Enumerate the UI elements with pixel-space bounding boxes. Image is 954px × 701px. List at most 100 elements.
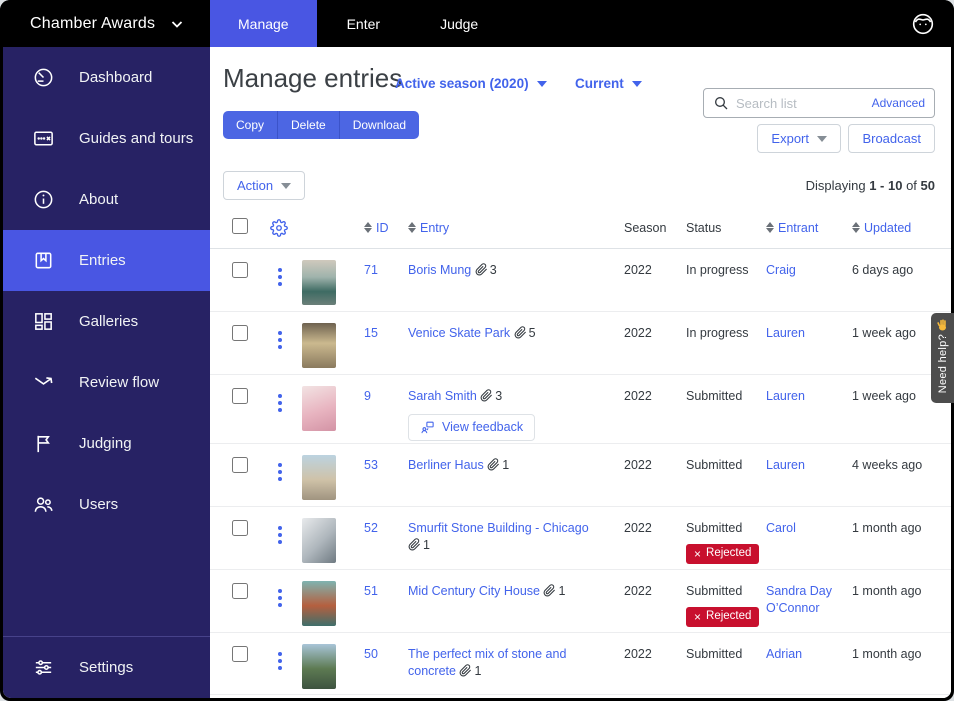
need-help-tab[interactable]: Need help? — [931, 313, 954, 403]
row-checkbox[interactable] — [232, 262, 248, 278]
grid-icon — [31, 310, 55, 334]
entry-title-link[interactable]: Sarah Smith — [408, 389, 477, 403]
download-button[interactable]: Download — [340, 111, 419, 139]
table-row: 51 Mid Century City House 1 2022 Submitt… — [210, 570, 951, 633]
entry-title-link[interactable]: Berliner Haus — [408, 458, 484, 472]
row-menu-kebab-icon[interactable] — [278, 652, 302, 670]
row-menu-kebab-icon[interactable] — [278, 589, 302, 607]
row-checkbox[interactable] — [232, 583, 248, 599]
need-help-label: Need help? — [936, 334, 949, 394]
entry-id-link[interactable]: 52 — [364, 521, 378, 535]
entrant-link[interactable]: Lauren — [766, 389, 805, 403]
dashboard-icon — [31, 66, 55, 90]
sidebar-item-judging[interactable]: Judging — [3, 413, 210, 474]
entry-id-link[interactable]: 15 — [364, 326, 378, 340]
table-row: 50 The perfect mix of stone and concrete… — [210, 633, 951, 695]
row-menu-kebab-icon[interactable] — [278, 268, 302, 286]
table-row: 9 Sarah Smith 3 View feedback 2022 Submi… — [210, 375, 951, 444]
row-menu-kebab-icon[interactable] — [278, 526, 302, 544]
entry-title-link[interactable]: Mid Century City House — [408, 584, 540, 598]
account-avatar-icon[interactable] — [908, 9, 938, 39]
entrant-link[interactable]: Sandra Day O’Connor — [766, 584, 832, 615]
attachment-count: 3 — [475, 263, 497, 277]
entrant-link[interactable]: Lauren — [766, 458, 805, 472]
x-icon: × — [694, 609, 702, 624]
season-cell: 2022 — [624, 458, 652, 472]
sliders-icon — [31, 656, 55, 680]
sort-header-entry[interactable]: Entry — [408, 221, 624, 235]
entrant-link[interactable]: Lauren — [766, 326, 805, 340]
info-icon — [31, 188, 55, 212]
delete-button[interactable]: Delete — [278, 111, 340, 139]
sort-header-id[interactable]: ID — [364, 221, 408, 235]
row-checkbox[interactable] — [232, 520, 248, 536]
sidebar-item-galleries[interactable]: Galleries — [3, 291, 210, 352]
entry-title-link[interactable]: The perfect mix of stone and concrete — [408, 647, 566, 678]
paperclip-icon — [487, 458, 500, 471]
view-feedback-button[interactable]: View feedback — [408, 413, 536, 441]
tab-manage[interactable]: Manage — [210, 0, 317, 47]
row-checkbox[interactable] — [232, 646, 248, 662]
row-menu-kebab-icon[interactable] — [278, 331, 302, 349]
tab-enter[interactable]: Enter — [317, 0, 410, 47]
main-content: Manage entries Active season (2020) Curr… — [210, 47, 951, 698]
sidebar-item-about[interactable]: About — [3, 169, 210, 230]
sidebar-item-dashboard[interactable]: Dashboard — [3, 47, 210, 108]
row-checkbox[interactable] — [232, 388, 248, 404]
entry-thumbnail[interactable] — [302, 386, 336, 431]
current-filter-dropdown[interactable]: Current — [575, 76, 642, 91]
action-dropdown[interactable]: Action — [223, 171, 306, 200]
row-checkbox[interactable] — [232, 325, 248, 341]
sort-icon — [766, 222, 774, 233]
entry-thumbnail[interactable] — [302, 644, 336, 689]
broadcast-button[interactable]: Broadcast — [848, 124, 935, 153]
entry-id-link[interactable]: 50 — [364, 647, 378, 661]
entrant-link[interactable]: Carol — [766, 521, 796, 535]
search-input[interactable] — [736, 95, 865, 111]
table-row: 15 Venice Skate Park 5 2022 In progress … — [210, 312, 951, 375]
entry-thumbnail[interactable] — [302, 518, 336, 563]
entry-thumbnail[interactable] — [302, 455, 336, 500]
entrant-link[interactable]: Adrian — [766, 647, 802, 661]
sidebar-item-guides[interactable]: Guides and tours — [3, 108, 210, 169]
sort-header-updated[interactable]: Updated — [852, 221, 932, 235]
sidebar-item-settings[interactable]: Settings — [3, 637, 210, 698]
entry-title-link[interactable]: Boris Mung — [408, 263, 471, 277]
paperclip-icon — [408, 538, 420, 551]
sidebar-item-entries[interactable]: Entries — [3, 230, 210, 291]
tab-judge[interactable]: Judge — [410, 0, 508, 47]
table-header: ID Entry Season Status Entrant Updated — [210, 207, 951, 249]
column-settings-button[interactable] — [270, 218, 302, 237]
entry-id-link[interactable]: 53 — [364, 458, 378, 472]
season-dropdown[interactable]: Active season (2020) — [395, 76, 547, 91]
header-season: Season — [624, 220, 667, 235]
entry-id-link[interactable]: 51 — [364, 584, 378, 598]
select-all-checkbox[interactable] — [232, 218, 248, 234]
sort-icon — [852, 222, 860, 233]
entry-id-link[interactable]: 9 — [364, 389, 371, 403]
entry-thumbnail[interactable] — [302, 581, 336, 626]
brand-menu[interactable]: Chamber Awards — [0, 0, 210, 47]
status-cell: Submitted — [686, 458, 743, 472]
advanced-search-link[interactable]: Advanced — [872, 96, 925, 110]
entrant-link[interactable]: Craig — [766, 263, 796, 277]
updated-cell: 4 weeks ago — [852, 458, 923, 472]
sidebar-item-label: Galleries — [79, 313, 139, 330]
entry-id-link[interactable]: 71 — [364, 263, 378, 277]
entry-thumbnail[interactable] — [302, 323, 336, 368]
row-menu-kebab-icon[interactable] — [278, 394, 302, 412]
sidebar-item-review-flow[interactable]: Review flow — [3, 352, 210, 413]
export-button[interactable]: Export — [757, 124, 841, 153]
entry-title-link[interactable]: Smurfit Stone Building - Chicago — [408, 521, 589, 535]
entry-thumbnail[interactable] — [302, 260, 336, 305]
row-menu-kebab-icon[interactable] — [278, 463, 302, 481]
rejected-badge: × Rejected — [686, 606, 760, 628]
entry-title-link[interactable]: Venice Skate Park — [408, 326, 510, 340]
copy-button[interactable]: Copy — [223, 111, 279, 139]
row-checkbox[interactable] — [232, 457, 248, 473]
status-cell: Submitted × Rejected — [686, 520, 766, 565]
sort-header-entrant[interactable]: Entrant — [766, 221, 852, 235]
sidebar-item-users[interactable]: Users — [3, 474, 210, 535]
paperclip-icon — [514, 326, 526, 339]
updated-cell: 1 week ago — [852, 326, 916, 340]
